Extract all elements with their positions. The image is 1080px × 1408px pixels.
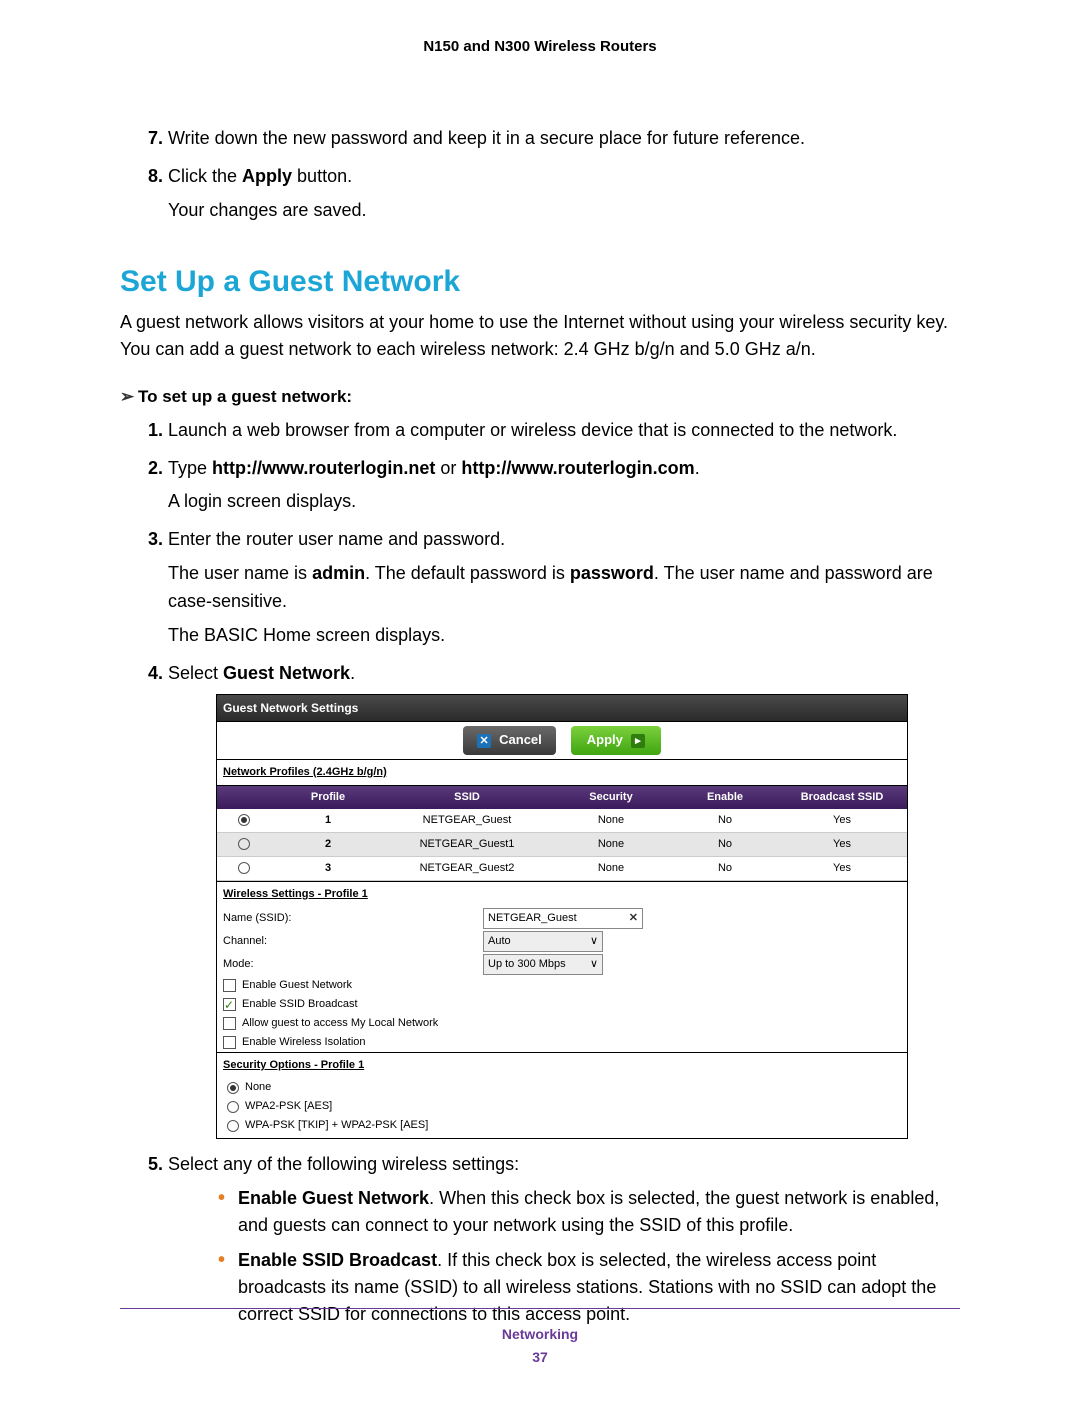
- task-title-text: To set up a guest network:: [138, 387, 352, 406]
- steps-list-b: Launch a web browser from a computer or …: [120, 417, 960, 1329]
- step-text-post: button.: [292, 166, 352, 186]
- ssid-input[interactable]: NETGEAR_Guest✕: [483, 908, 643, 929]
- step-sub2: The BASIC Home screen displays.: [168, 622, 960, 650]
- apply-button[interactable]: Apply▸: [571, 726, 661, 754]
- table-row: 1 NETGEAR_Guest None No Yes: [217, 809, 907, 833]
- section-heading: Set Up a Guest Network: [120, 265, 960, 299]
- table-row: 3 NETGEAR_Guest2 None No Yes: [217, 857, 907, 881]
- wireless-isolation-checkbox[interactable]: [223, 1036, 236, 1049]
- arrow-icon: ➢: [120, 387, 132, 407]
- table-row: 2 NETGEAR_Guest1 None No Yes: [217, 833, 907, 857]
- footer-page-number: 37: [120, 1346, 960, 1368]
- step-b4: Select Guest Network. Guest Network Sett…: [168, 660, 960, 1139]
- page-footer: Networking 37: [120, 1308, 960, 1368]
- security-option-row: WPA2-PSK [AES]: [217, 1097, 907, 1116]
- allow-local-access-checkbox[interactable]: [223, 1017, 236, 1030]
- close-icon: ✕: [477, 734, 491, 748]
- steps-list-a: Write down the new password and keep it …: [120, 125, 960, 225]
- settings-bullets: Enable Guest Network. When this check bo…: [168, 1185, 960, 1328]
- security-none-radio[interactable]: [227, 1082, 239, 1094]
- panel-title: Guest Network Settings: [217, 695, 907, 722]
- security-wpa2-radio[interactable]: [227, 1101, 239, 1113]
- mode-row: Mode: Up to 300 Mbps∨: [217, 953, 907, 976]
- name-row: Name (SSID): NETGEAR_Guest✕: [217, 907, 907, 930]
- security-option-row: WPA-PSK [TKIP] + WPA2-PSK [AES]: [217, 1116, 907, 1138]
- section-intro: A guest network allows visitors at your …: [120, 309, 960, 363]
- step-post: .: [350, 663, 355, 683]
- step-mid: or: [435, 458, 461, 478]
- footer-divider: [120, 1308, 960, 1309]
- profile-radio[interactable]: [238, 838, 250, 850]
- bullet-item: Enable Guest Network. When this check bo…: [238, 1185, 960, 1239]
- mode-select[interactable]: Up to 300 Mbps∨: [483, 954, 603, 975]
- step-bold: Guest Network: [223, 663, 350, 683]
- document-page: N150 and N300 Wireless Routers Write dow…: [0, 0, 1080, 1408]
- guest-network-screenshot: Guest Network Settings ✕Cancel Apply▸ Ne…: [216, 694, 908, 1140]
- step-sub: A login screen displays.: [168, 488, 960, 516]
- step-7: Write down the new password and keep it …: [168, 125, 960, 153]
- check-row: Enable Guest Network: [217, 976, 907, 995]
- step-bold1: http://www.routerlogin.net: [212, 458, 435, 478]
- page-header: N150 and N300 Wireless Routers: [120, 38, 960, 55]
- step-sub1: The user name is admin. The default pass…: [168, 560, 960, 616]
- channel-select[interactable]: Auto∨: [483, 931, 603, 952]
- clear-icon[interactable]: ✕: [629, 910, 638, 927]
- name-label: Name (SSID):: [223, 910, 483, 927]
- footer-section-name: Networking: [120, 1323, 960, 1345]
- check-row: Allow guest to access My Local Network: [217, 1014, 907, 1033]
- enable-guest-checkbox[interactable]: [223, 979, 236, 992]
- step-bold2: http://www.routerlogin.com: [461, 458, 694, 478]
- check-row: Enable Wireless Isolation: [217, 1033, 907, 1052]
- table-header: Profile SSID Security Enable Broadcast S…: [217, 786, 907, 809]
- profile-radio[interactable]: [238, 814, 250, 826]
- wireless-settings-title: Wireless Settings - Profile 1: [217, 881, 907, 907]
- step-pre: Select: [168, 663, 223, 683]
- security-options-title: Security Options - Profile 1: [217, 1052, 907, 1078]
- step-text: Select any of the following wireless set…: [168, 1154, 519, 1174]
- step-text: Enter the router user name and password.: [168, 529, 505, 549]
- cancel-button[interactable]: ✕Cancel: [463, 726, 556, 754]
- security-mixed-radio[interactable]: [227, 1120, 239, 1132]
- task-heading: ➢ To set up a guest network:: [120, 387, 960, 407]
- button-bar: ✕Cancel Apply▸: [217, 721, 907, 759]
- chevron-down-icon: ∨: [590, 956, 598, 973]
- step-text: Write down the new password and keep it …: [168, 128, 805, 148]
- channel-row: Channel: Auto∨: [217, 930, 907, 953]
- security-option-row: None: [217, 1078, 907, 1097]
- enable-ssid-broadcast-checkbox[interactable]: [223, 998, 236, 1011]
- mode-label: Mode:: [223, 956, 483, 973]
- step-b1: Launch a web browser from a computer or …: [168, 417, 960, 445]
- step-text-bold: Apply: [242, 166, 292, 186]
- profiles-section-title: Network Profiles (2.4GHz b/g/n): [217, 760, 907, 786]
- step-8: Click the Apply button. Your changes are…: [168, 163, 960, 225]
- step-b2: Type http://www.routerlogin.net or http:…: [168, 455, 960, 517]
- check-row: Enable SSID Broadcast: [217, 995, 907, 1014]
- channel-label: Channel:: [223, 933, 483, 950]
- step-post: .: [695, 458, 700, 478]
- step-sub: Your changes are saved.: [168, 197, 960, 225]
- profile-radio[interactable]: [238, 862, 250, 874]
- chevron-down-icon: ∨: [590, 933, 598, 950]
- step-b3: Enter the router user name and password.…: [168, 526, 960, 650]
- step-b5: Select any of the following wireless set…: [168, 1151, 960, 1328]
- step-pre: Type: [168, 458, 212, 478]
- arrow-right-icon: ▸: [631, 734, 645, 748]
- step-text-pre: Click the: [168, 166, 242, 186]
- step-text: Launch a web browser from a computer or …: [168, 420, 897, 440]
